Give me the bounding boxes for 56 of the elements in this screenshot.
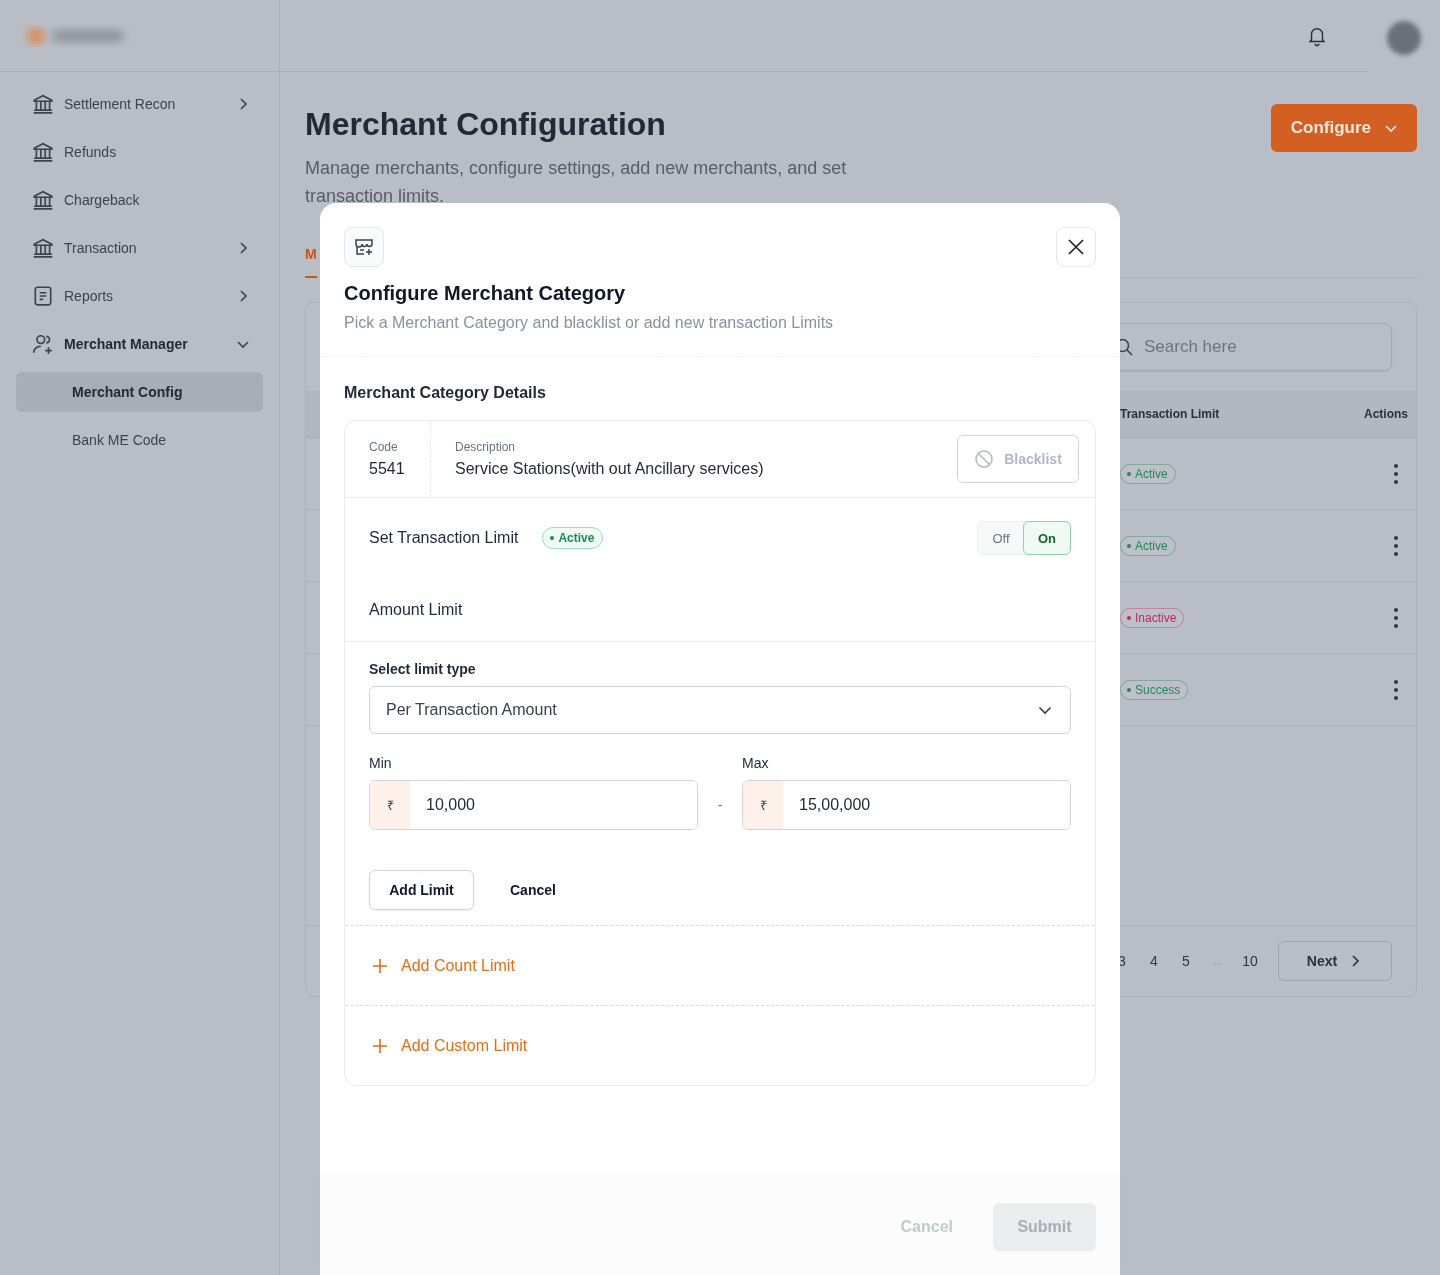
bank-icon <box>32 93 54 115</box>
status-badge: Inactive <box>1120 607 1185 628</box>
sidebar-item[interactable]: Settlement Recon <box>0 80 279 128</box>
status-badge: Success <box>1120 679 1189 700</box>
field-label: Description <box>455 440 517 454</box>
sidebar-subitem[interactable]: Bank ME Code <box>16 420 263 460</box>
configure-button[interactable]: Configure <box>1270 104 1417 152</box>
column-header: Transaction Limit <box>1120 405 1221 423</box>
bank-icon <box>32 237 54 259</box>
sidebar-subitem[interactable]: Merchant Config <box>16 372 263 412</box>
off-option[interactable]: Off <box>977 521 1025 555</box>
bank-icon <box>32 141 54 163</box>
description-value: Service Stations(with out Ancillary services) <box>455 460 765 478</box>
add-limit-link[interactable]: Add Custom Limit <box>371 1036 528 1055</box>
page-number[interactable]: 4 <box>1138 953 1170 969</box>
sidebar-item[interactable]: Reports <box>0 272 279 320</box>
ban-icon <box>974 449 995 469</box>
amount-field[interactable]: ₹ 10,000 <box>369 780 698 830</box>
bank-icon <box>32 189 54 211</box>
add-limit-link[interactable]: Add Count Limit <box>371 956 515 975</box>
amount-limit-heading: Amount Limit <box>369 600 464 620</box>
amount-field[interactable]: ₹ 15,00,000 <box>742 780 1071 830</box>
document-icon <box>32 285 54 307</box>
on-off-toggle[interactable]: Off On <box>977 521 1071 555</box>
user-plus-icon <box>32 333 54 355</box>
close-icon <box>1066 237 1086 257</box>
cancel-button[interactable]: Cancel <box>486 870 580 910</box>
status-badge: Active <box>1120 535 1176 556</box>
close-button[interactable] <box>1056 227 1096 267</box>
sidebar-item[interactable]: Merchant Manager <box>0 320 279 368</box>
sidebar-item[interactable]: Refunds <box>0 128 279 176</box>
page-title: Merchant Configuration <box>305 105 667 144</box>
sidebar-item[interactable]: Chargeback <box>0 176 279 224</box>
page-number[interactable]: 10 <box>1234 953 1266 969</box>
sidebar-item[interactable]: Transaction <box>0 224 279 272</box>
page-number[interactable]: 5 <box>1170 953 1202 969</box>
code-value: 5541 <box>369 460 406 478</box>
plus-icon <box>371 1036 389 1055</box>
dialog-subtitle: Pick a Merchant Category and blacklist or add new transaction Limits <box>344 313 835 333</box>
field-label: Select limit type <box>369 660 477 678</box>
plus-icon <box>371 956 389 975</box>
field-label: Min <box>369 754 393 772</box>
dialog-title: Configure Merchant Category <box>344 281 627 305</box>
section-title: Merchant Category Details <box>344 383 547 403</box>
limit-type-dropdown[interactable]: Per Transaction Amount <box>369 686 1071 734</box>
range-separator: - <box>717 797 723 813</box>
field-label: Code <box>369 440 399 454</box>
page-description: Manage merchants, configure settings, add new merchants, and set transaction limits. <box>305 157 848 208</box>
status-badge: Active <box>542 527 604 549</box>
on-option[interactable]: On <box>1023 521 1071 555</box>
next-button[interactable]: Next <box>1278 941 1392 981</box>
column-header: Actions <box>1364 405 1409 423</box>
limit-label: Set Transaction Limit <box>369 529 519 547</box>
status-badge: Active <box>1120 463 1176 484</box>
field-label: Max <box>742 754 770 772</box>
add-limit-button[interactable]: Add Limit <box>369 870 474 910</box>
